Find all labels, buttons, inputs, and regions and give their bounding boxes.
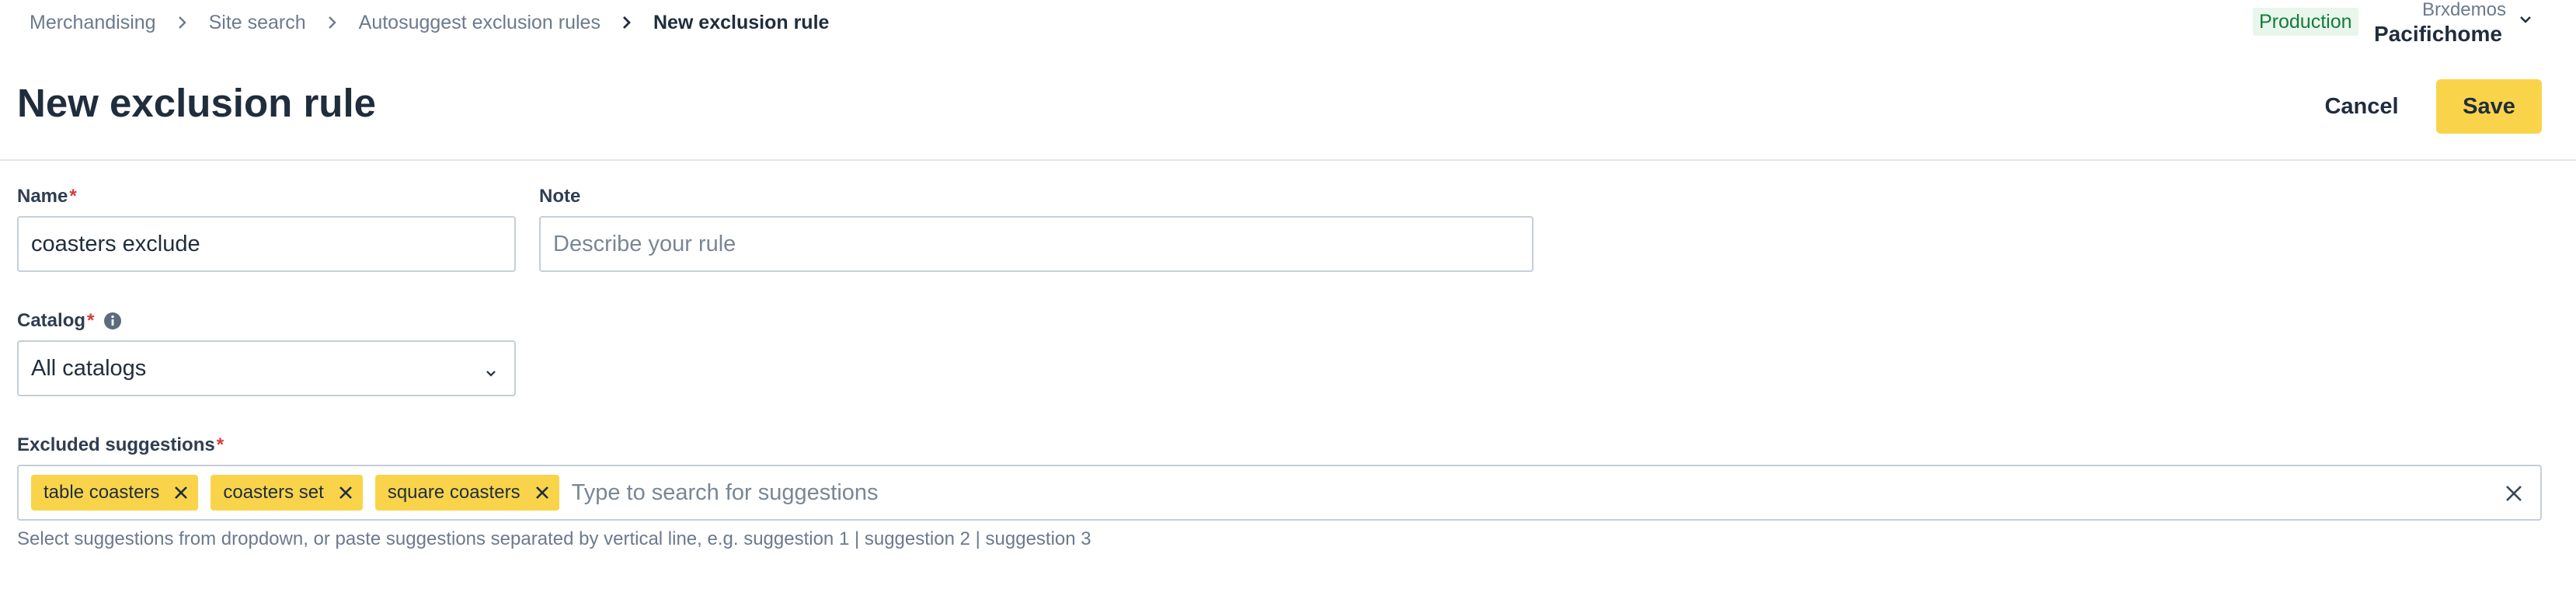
chevron-right-icon [156,15,209,30]
remove-tag-icon[interactable] [173,485,189,500]
catalog-label: Catalog * [17,309,122,333]
remove-tag-icon[interactable] [534,485,550,500]
breadcrumb-current: New exclusion rule [653,11,830,33]
remove-tag-icon[interactable] [338,485,353,500]
environment-badge: Production [2253,8,2358,36]
required-mark: * [87,310,95,331]
info-icon[interactable] [103,312,122,330]
chevron-right-icon [306,15,359,30]
chevron-down-icon [483,362,499,388]
breadcrumb-site-search[interactable]: Site search [209,12,306,34]
catalog-label-text: Catalog [17,310,86,331]
page-title: New exclusion rule [17,81,376,125]
clear-all-icon[interactable] [2503,483,2525,504]
cancel-button[interactable]: Cancel [2307,81,2416,132]
required-mark: * [216,434,225,455]
account-name: Pacifichome [2374,22,2502,46]
breadcrumb-autosuggest-exclusion-rules[interactable]: Autosuggest exclusion rules [359,12,600,34]
catalog-select-value: All catalogs [31,355,147,381]
header-divider [0,159,2576,161]
excluded-suggestions-field[interactable]: table coasters coasters set square coast… [17,465,2542,521]
account-switcher[interactable]: Brxdemos Pacifichome [2374,0,2506,48]
suggestion-tag: square coasters [374,475,559,511]
name-input[interactable] [17,216,516,272]
required-mark: * [69,186,77,207]
suggestion-tag-label: table coasters [44,482,160,503]
excluded-suggestions-label-text: Excluded suggestions [17,434,215,455]
breadcrumb-merchandising[interactable]: Merchandising [30,12,156,34]
account-org: Brxdemos [2421,0,2506,20]
name-label-text: Name [17,186,68,207]
breadcrumb: Merchandising Site search Autosuggest ex… [30,9,829,36]
note-label: Note [539,185,580,208]
suggestion-tag-label: coasters set [223,482,324,503]
note-label-text: Note [539,186,581,207]
excluded-suggestions-label: Excluded suggestions * [17,434,224,457]
excluded-suggestions-hint: Select suggestions from dropdown, or pas… [17,528,1091,549]
suggestion-tag: coasters set [211,475,363,511]
suggestion-search-input[interactable] [571,473,2540,512]
suggestion-tag-label: square coasters [387,482,520,503]
save-button[interactable]: Save [2436,79,2542,134]
note-input[interactable] [539,216,1533,272]
suggestion-tag: table coasters [31,475,199,511]
chevron-right-icon [600,15,653,30]
name-label: Name * [17,185,77,208]
chevron-down-icon[interactable] [2517,11,2534,32]
catalog-select[interactable]: All catalogs [17,340,516,396]
